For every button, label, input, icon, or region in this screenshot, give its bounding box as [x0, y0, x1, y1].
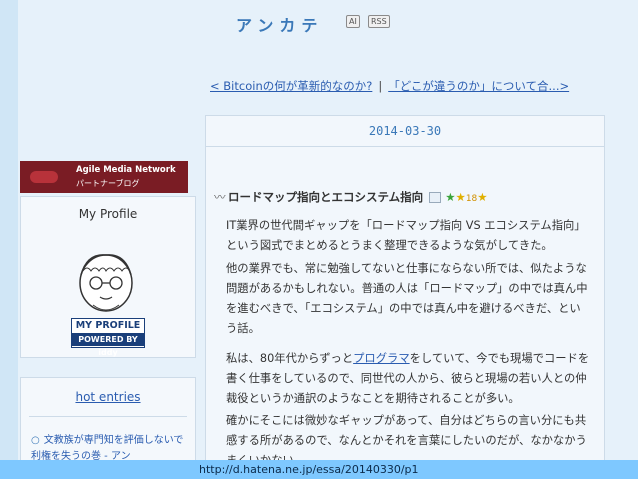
left-strip: [0, 0, 18, 479]
my-profile-label: MY PROFILE: [75, 320, 141, 331]
entry-title-row: 〰ロードマップ指向とエコシステム指向 ★★18★: [214, 189, 488, 205]
entry-pager: < Bitcoinの何が革新的なのか? | 「どこが違うのか」について合...>: [210, 78, 569, 94]
ai-badge[interactable]: AI: [346, 15, 360, 28]
site-title[interactable]: アンカテ: [236, 12, 323, 36]
star-count: 18: [465, 194, 478, 204]
pager-separator: |: [378, 79, 383, 93]
programmer-keyword-link[interactable]: プログラマ: [353, 352, 410, 365]
entry-paragraph-2: 他の業界でも、常に勉強してないと仕事にならない所では、似たような問題があるかもし…: [226, 262, 588, 335]
entry-title[interactable]: ロードマップ指向とエコシステム指向: [228, 190, 423, 204]
hot-entries-box: hot entries ○ 文教族が専門知を評価しないで利権を失うの巻 - アン: [20, 377, 196, 469]
hot-entries-divider: [29, 416, 187, 417]
entry-date[interactable]: 2014-03-30: [206, 116, 604, 147]
star-gold-icon[interactable]: ★: [456, 190, 466, 204]
profile-box: My Profile MY PROFILE POWERED BY iddy: [20, 196, 196, 358]
p3-text-before: 私は、80年代からずっと: [226, 352, 354, 365]
hot-entries-title[interactable]: hot entries: [21, 390, 195, 404]
rss-badge[interactable]: RSS: [368, 15, 390, 28]
star-green-icon[interactable]: ★: [445, 190, 455, 204]
entry-paragraph-1: IT業界の世代間ギャップを「ロードマップ指向 VS エコシステム指向」という図式…: [226, 219, 586, 252]
avatar-icon[interactable]: [67, 245, 145, 317]
prev-entry-link[interactable]: < Bitcoinの何が革新的なのか?: [210, 79, 372, 93]
my-profile-button[interactable]: MY PROFILE POWERED BY iddy: [71, 318, 145, 357]
source-url[interactable]: http://d.hatena.ne.jp/essa/20140330/p1: [199, 463, 419, 476]
entry-paragraph-3: 私は、80年代からずっとプログラマをしていて、今でも現場でコードを書く仕事をして…: [226, 349, 590, 409]
hot-entry-link[interactable]: 文教族が専門知を評価しないで利権を失うの巻 - アン: [31, 435, 183, 462]
bullet-icon: ○: [31, 435, 40, 446]
entry-swirl-icon: 〰: [214, 190, 226, 204]
add-star-icon[interactable]: ★: [477, 190, 487, 204]
powered-by-iddy: POWERED BY iddy: [72, 333, 144, 357]
banner-line-2: パートナーブログ: [76, 179, 140, 188]
profile-title: My Profile: [78, 207, 138, 221]
agile-media-network-banner[interactable]: Agile Media Network パートナーブログ: [20, 161, 188, 193]
amn-logo-icon: [30, 171, 58, 183]
banner-line-1: Agile Media Network: [76, 165, 176, 175]
bookmark-icon[interactable]: [429, 192, 442, 203]
entry-content: 2014-03-30 〰ロードマップ指向とエコシステム指向 ★★18★ IT業界…: [205, 115, 605, 467]
next-entry-link[interactable]: 「どこが違うのか」について合...>: [388, 79, 569, 93]
blog-page: アンカテ AI RSS < Bitcoinの何が革新的なのか? | 「どこが違うのか…: [0, 0, 638, 479]
